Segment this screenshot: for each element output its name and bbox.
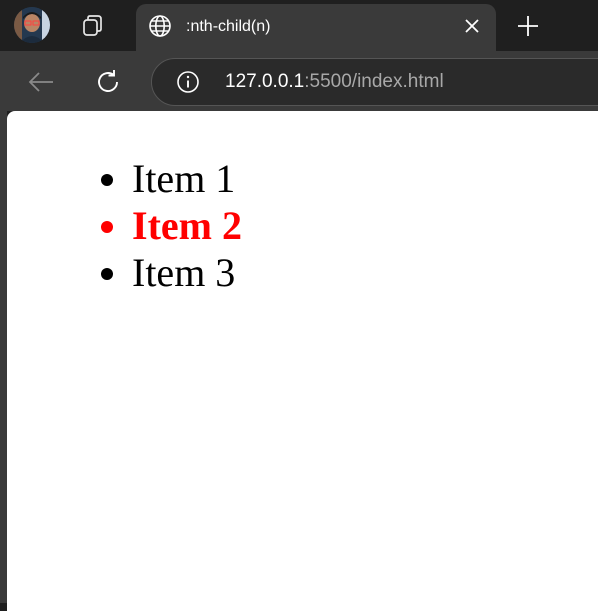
- info-icon[interactable]: [176, 70, 200, 94]
- tab-strip: :nth-child(n): [0, 0, 598, 51]
- active-tab[interactable]: :nth-child(n): [136, 4, 496, 51]
- url-text[interactable]: 127.0.0.1:5500/index.html: [225, 71, 444, 93]
- url-host: 127.0.0.1: [225, 71, 305, 92]
- list-item-highlighted: Item 2: [132, 202, 242, 249]
- navigation-toolbar: 127.0.0.1:5500/index.html: [0, 51, 598, 111]
- workspaces-button[interactable]: [78, 12, 106, 40]
- new-tab-button[interactable]: [514, 12, 542, 40]
- refresh-icon: [98, 70, 118, 92]
- page-content: Item 1 Item 2 Item 3: [7, 111, 598, 611]
- window-edge: [0, 111, 7, 603]
- tab-actions-icon: [83, 15, 102, 36]
- back-button[interactable]: [26, 67, 56, 97]
- plus-icon: [518, 16, 538, 36]
- list-item: Item 1: [132, 155, 242, 202]
- item-list: Item 1 Item 2 Item 3: [7, 155, 242, 296]
- tab-title: :nth-child(n): [186, 18, 271, 35]
- back-arrow-icon: [28, 72, 53, 92]
- refresh-button[interactable]: [93, 67, 123, 97]
- profile-avatar[interactable]: [14, 7, 50, 43]
- close-icon: [465, 19, 479, 33]
- avatar-image: [14, 7, 50, 43]
- address-bar[interactable]: 127.0.0.1:5500/index.html: [151, 58, 598, 106]
- globe-icon: [149, 15, 171, 37]
- close-tab-button[interactable]: [462, 16, 482, 36]
- list-item: Item 3: [132, 249, 242, 296]
- url-path: :5500/index.html: [304, 71, 444, 92]
